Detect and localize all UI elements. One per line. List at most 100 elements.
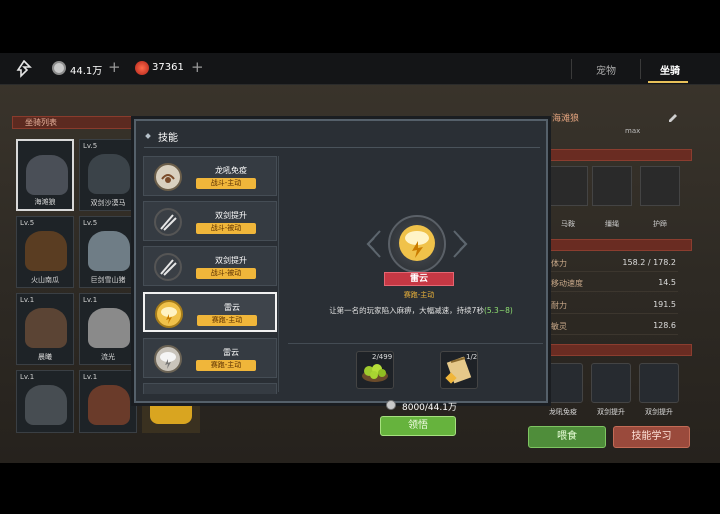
left-ornament-icon — [366, 230, 381, 258]
stat-row: 移动速度 14.5 — [548, 274, 678, 292]
edit-name-icon[interactable] — [667, 112, 679, 124]
mount-card[interactable]: Lv.5 双剑沙漠马 — [79, 139, 137, 211]
mount-card[interactable]: Lv.1 — [79, 370, 137, 433]
material-count: 1/2 — [466, 353, 478, 361]
tab-mounts[interactable]: 坐骑 — [660, 62, 680, 77]
mount-name-heading: 海滩狼 — [552, 114, 580, 124]
skill-list-item-selected[interactable]: 雷云 赛跑-主动 — [143, 292, 277, 332]
tab-divider — [640, 59, 641, 79]
silver-coin-icon — [52, 61, 66, 75]
right-ornament-icon — [453, 230, 468, 258]
mount-portrait — [26, 155, 68, 195]
skill-tag: 战斗-被动 — [196, 223, 256, 234]
skill-name: 雷云 — [223, 348, 239, 357]
modal-title: 技能 — [158, 133, 178, 144]
red-gem-icon — [135, 61, 149, 75]
equip-label: 马鞍 — [561, 220, 575, 228]
equip-label: 缰绳 — [605, 220, 619, 228]
stat-key: 敏灵 — [551, 322, 567, 331]
materials-divider — [288, 343, 543, 344]
thundercloud-icon — [154, 345, 182, 373]
skill-description: 让第一名的玩家陷入麻痹，大幅减速，持续7秒(5.3~8) — [301, 305, 541, 316]
cost-amount: 8000/44.1万 — [402, 403, 457, 413]
mount-portrait — [25, 385, 67, 425]
mount-name: 巨剑雪山猪 — [90, 276, 126, 284]
silver-amount: 44.1万 — [70, 66, 103, 77]
mount-card[interactable]: Lv.5 巨剑雪山猪 — [79, 216, 137, 288]
mount-skill-label: 双剑提升 — [645, 408, 673, 416]
silver-coin-icon — [386, 400, 396, 410]
skill-list-item[interactable]: 龙吼免疫 战斗-主动 — [143, 156, 277, 196]
stat-row: 耐力 191.5 — [548, 296, 678, 314]
tab-pets[interactable]: 宠物 — [596, 62, 616, 77]
feed-button[interactable]: 喂食 — [528, 426, 606, 448]
skill-list-item[interactable]: 双剑提升 战斗-被动 — [143, 201, 277, 241]
top-bar: 44.1万 + 37361 + 宠物 坐骑 — [0, 53, 720, 85]
skills-header-bar — [548, 344, 692, 356]
skill-tag: 赛跑-主动 — [197, 315, 257, 326]
mount-name: 流光 — [101, 353, 115, 361]
mount-rank: max — [625, 127, 641, 135]
mount-skill-slot[interactable] — [543, 363, 583, 403]
stat-value: 191.5 — [653, 300, 676, 309]
skill-list-item[interactable]: 双剑提升 战斗-被动 — [143, 246, 277, 286]
skill-name: 双剑提升 — [215, 211, 247, 220]
stat-row: 体力 158.2 / 178.2 — [548, 254, 678, 272]
skill-list-item[interactable]: 雷云 赛跑-主动 — [143, 338, 277, 378]
skill-name: 雷云 — [224, 303, 240, 312]
mount-name: 双剑沙漠马 — [90, 199, 126, 207]
stat-key: 耐力 — [551, 301, 567, 310]
mount-level: Lv.5 — [83, 142, 98, 150]
mount-name: 晨曦 — [38, 353, 52, 361]
reins-slot[interactable] — [592, 166, 632, 206]
mount-card[interactable]: Lv.5 火山南瓜 — [16, 216, 74, 288]
skills-modal: 技能 龙吼免疫 战斗-主动 双剑提升 战斗-被动 双剑提升 战斗-被动 雷云 赛… — [134, 119, 548, 436]
skill-tag: 战斗-主动 — [196, 178, 256, 189]
skill-tag: 战斗-被动 — [196, 268, 256, 279]
gem-amount: 37361 — [152, 62, 184, 73]
mount-card[interactable]: Lv.1 晨曦 — [16, 293, 74, 365]
active-tab-indicator — [648, 81, 688, 83]
add-silver-button[interactable]: + — [108, 58, 121, 76]
mount-portrait — [88, 154, 130, 194]
roar-icon — [154, 163, 182, 191]
skill-list[interactable]: 龙吼免疫 战斗-主动 双剑提升 战斗-被动 双剑提升 战斗-被动 雷云 赛跑-主… — [143, 156, 279, 394]
comprehend-button[interactable]: 领悟 — [380, 416, 456, 436]
stat-key: 体力 — [551, 259, 567, 268]
skill-learn-button[interactable]: 技能学习 — [613, 426, 690, 448]
stats-header-bar — [548, 239, 692, 251]
stat-value: 128.6 — [653, 321, 676, 330]
mount-card[interactable]: Lv.1 — [16, 370, 74, 433]
stat-row: 敏灵 128.6 — [548, 317, 678, 335]
skill-list-item[interactable] — [143, 383, 277, 394]
mount-skill-label: 双剑提升 — [597, 408, 625, 416]
hoof-guard-slot[interactable] — [640, 166, 680, 206]
back-logo-icon[interactable] — [15, 60, 33, 78]
equipment-header-bar — [548, 149, 692, 161]
mount-portrait — [88, 231, 130, 271]
thundercloud-icon — [399, 225, 435, 261]
list-divider — [278, 156, 279, 392]
add-gem-button[interactable]: + — [191, 58, 204, 76]
twin-swords-icon — [154, 208, 182, 236]
selected-skill-name: 雷云 — [384, 272, 454, 286]
equip-label: 护蹄 — [653, 220, 667, 228]
title-divider — [144, 147, 540, 148]
twin-swords-icon — [154, 253, 182, 281]
mount-skill-slot[interactable] — [639, 363, 679, 403]
description-text: 让第一名的玩家陷入麻痹，大幅减速，持续7秒 — [329, 306, 484, 315]
thundercloud-icon — [155, 300, 183, 328]
mount-level: Lv.1 — [20, 373, 35, 381]
skill-tag: 赛跑-主动 — [196, 360, 256, 371]
skill-name: 双剑提升 — [215, 256, 247, 265]
saddle-slot[interactable] — [548, 166, 588, 206]
mount-level: Lv.1 — [83, 296, 98, 304]
mount-level: Lv.1 — [20, 296, 35, 304]
selected-skill-icon-frame — [388, 215, 446, 273]
mount-skill-slot[interactable] — [591, 363, 631, 403]
mount-name: 海滩狼 — [34, 198, 56, 206]
mount-portrait — [88, 385, 130, 425]
mount-level: Lv.5 — [20, 219, 35, 227]
mount-card[interactable]: Lv.1 流光 — [79, 293, 137, 365]
mount-card[interactable]: 海滩狼 — [16, 139, 74, 211]
